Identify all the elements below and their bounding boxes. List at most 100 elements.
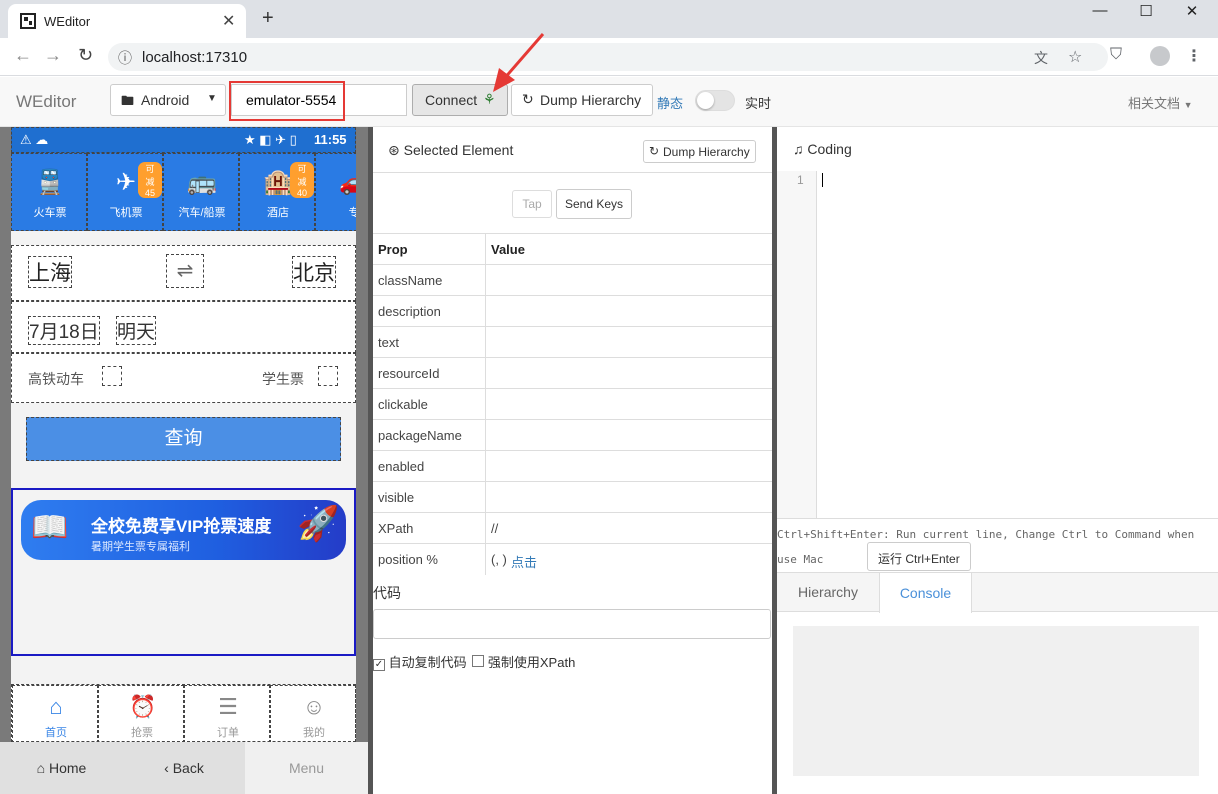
star-icon[interactable]: ☆: [1068, 47, 1082, 67]
search-button[interactable]: 查询: [26, 417, 341, 461]
status-time: 11:55: [314, 132, 347, 147]
inspector-header: ⊛ Selected Element ↻ Dump Hierarchy: [373, 127, 772, 173]
category-item[interactable]: 🚗 专: [315, 153, 356, 231]
realtime-label: 实时: [745, 96, 772, 111]
forward-arrow-icon[interactable]: →: [44, 45, 62, 66]
from-city[interactable]: 上海: [28, 256, 72, 288]
date-selector[interactable]: 7月18日 明天: [11, 301, 356, 353]
tabbar-item[interactable]: ☺ 我的: [270, 685, 356, 742]
info-icon[interactable]: ⓘ: [118, 48, 132, 68]
url-text: localhost:17310: [142, 49, 248, 66]
tap-button[interactable]: Tap: [512, 190, 552, 218]
order-icon: ☰: [218, 694, 238, 719]
col-prop: Prop: [378, 242, 408, 257]
browser-tab[interactable]: WEditor ✕: [8, 4, 246, 38]
selected-banner-frame: 📖 全校免费享VIP抢票速度 暑期学生票专属福利 🚀: [11, 488, 356, 656]
category-label: 专: [348, 207, 357, 219]
bus-icon: 🚌: [187, 169, 217, 196]
tabbar-label: 我的: [303, 727, 325, 739]
code-editor[interactable]: [818, 171, 1218, 518]
console-output: [793, 626, 1199, 776]
tab-hierarchy[interactable]: Hierarchy: [777, 573, 879, 612]
selected-element-label: Selected Element: [403, 142, 514, 158]
prop-value: (, ): [491, 552, 507, 567]
profile-avatar-icon[interactable]: [1150, 46, 1170, 66]
car-icon: 🚗: [339, 169, 356, 196]
table-row: resourceId: [373, 357, 772, 389]
date-suffix: 明天: [116, 316, 157, 345]
back-button[interactable]: ‹ Back: [123, 742, 245, 794]
platform-dropdown[interactable]: 🖿 Android ▼: [110, 84, 226, 116]
highspeed-label: 高铁动车: [28, 371, 84, 387]
phone-nav: ⌂ Home ‹ Back Menu: [0, 742, 368, 794]
line-gutter: 1: [777, 171, 817, 518]
table-row: enabled: [373, 450, 772, 482]
table-row: XPath //: [373, 512, 772, 544]
minimize-button[interactable]: —: [1080, 2, 1120, 19]
prop-name: visible: [378, 490, 415, 505]
close-window-button[interactable]: ✕: [1172, 2, 1212, 20]
new-tab-button[interactable]: +: [262, 7, 274, 30]
send-keys-button[interactable]: Send Keys: [556, 189, 632, 219]
auto-copy-checkbox[interactable]: ✓: [373, 659, 385, 671]
reload-icon[interactable]: ↻: [78, 45, 93, 66]
inspector-panel: ⊛ Selected Element ↻ Dump Hierarchy Tap …: [373, 127, 772, 794]
swap-icon[interactable]: ⇌: [166, 254, 204, 288]
position-click-link[interactable]: 点击: [511, 552, 537, 571]
weditor-favicon-icon: [20, 13, 36, 29]
static-label: 静态: [657, 96, 684, 111]
tabbar-item[interactable]: ⌂ 首页: [12, 685, 98, 742]
dump-hierarchy-small-button[interactable]: ↻ Dump Hierarchy: [643, 140, 756, 163]
device-screen[interactable]: ⚠ ☁ ★ ◧ ✈ ▯ 11:55 🚆 火车票 ✈ 飞机票 可减45 🚌 汽车/船票 🏨 酒店可…: [11, 127, 356, 742]
browser-tab-title: WEditor: [44, 14, 91, 29]
force-xpath-checkbox[interactable]: [472, 655, 485, 667]
menu-button[interactable]: Menu: [245, 742, 368, 794]
prop-name: XPath: [378, 521, 414, 536]
translate-icon[interactable]: 文: [1034, 48, 1048, 68]
docs-dropdown[interactable]: 相关文档 ▼: [1128, 93, 1193, 112]
tab-console[interactable]: Console: [879, 572, 972, 613]
category-item[interactable]: 🚌 汽车/船票: [163, 153, 239, 231]
highlight-box: [229, 81, 345, 121]
auto-copy-label: 自动复制代码: [388, 655, 467, 670]
highspeed-checkbox[interactable]: [102, 366, 122, 386]
coding-label: Coding: [807, 141, 852, 157]
brand[interactable]: WEditor: [16, 92, 76, 112]
line-number: 1: [797, 173, 804, 187]
train-icon: 🚆: [35, 169, 65, 196]
run-button[interactable]: 运行 Ctrl+Enter: [867, 542, 971, 571]
category-label: 火车票: [33, 207, 67, 219]
tabbar-label: 首页: [45, 727, 67, 739]
promo-banner[interactable]: 📖 全校免费享VIP抢票速度 暑期学生票专属福利 🚀: [21, 500, 346, 560]
prop-name: enabled: [378, 459, 425, 474]
back-arrow-icon[interactable]: ←: [14, 45, 32, 66]
category-item[interactable]: 🚆 火车票: [11, 153, 87, 231]
student-checkbox[interactable]: [318, 366, 338, 386]
omnibox[interactable]: ⓘ localhost:17310 文 ☆: [108, 43, 1108, 71]
run-label: 运行 Ctrl+Enter: [878, 552, 960, 566]
realtime-toggle[interactable]: [695, 90, 735, 111]
android-icon: 🖿: [121, 93, 135, 108]
tabbar-item[interactable]: ⏰ 抢票: [98, 685, 184, 742]
maximize-button[interactable]: ☐: [1126, 2, 1166, 20]
tabbar-label: 抢票: [131, 727, 153, 739]
to-city[interactable]: 北京: [292, 256, 336, 288]
prop-name: position %: [378, 552, 438, 567]
bottom-tabs: Hierarchy Console: [777, 572, 1218, 613]
category-item[interactable]: 🏨 酒店 可减40: [239, 153, 315, 231]
platform-label: Android: [141, 92, 190, 108]
home-icon: ⌂: [49, 694, 63, 719]
tabbar-item[interactable]: ☰ 订单: [184, 685, 270, 742]
prop-name: description: [378, 304, 441, 319]
tabbar-label: 订单: [217, 727, 239, 739]
code-output-field[interactable]: [373, 609, 771, 639]
options-checkboxes: ✓ 自动复制代码 强制使用XPath: [373, 652, 575, 671]
city-selector: 上海 ⇌ 北京: [11, 245, 356, 301]
menu-dots-icon[interactable]: ⋮: [1186, 46, 1202, 66]
home-button[interactable]: ⌂ Home: [0, 742, 123, 794]
extension-icon[interactable]: ⛉: [1110, 46, 1122, 64]
table-row: clickable: [373, 388, 772, 420]
category-item[interactable]: ✈ 飞机票 可减45: [87, 153, 163, 231]
tab-close-icon[interactable]: ✕: [222, 11, 235, 31]
rocket-icon: 🚀: [297, 505, 340, 543]
